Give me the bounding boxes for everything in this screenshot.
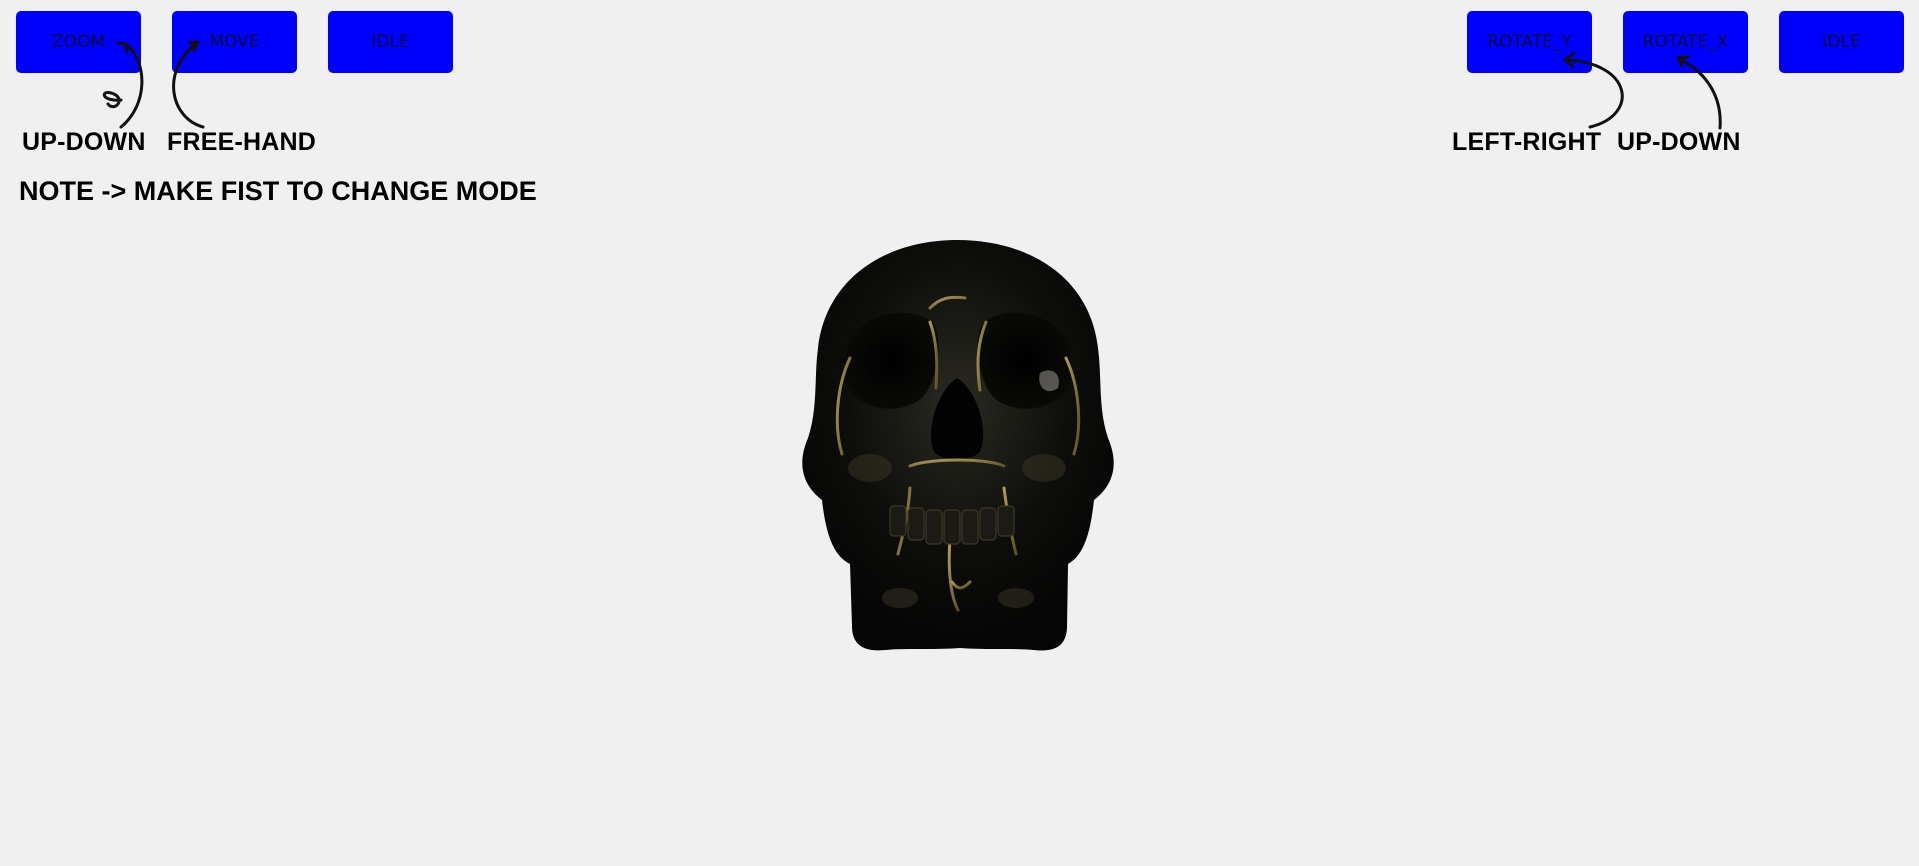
skull-3d-model[interactable] (790, 238, 1125, 654)
zoom-arrow-icon (102, 42, 144, 129)
move-hint: FREE-HAND (167, 128, 317, 156)
zoom-hint: UP-DOWN (22, 128, 146, 156)
rotate-y-arrow-icon (1563, 58, 1624, 129)
mode-change-note: NOTE -> MAKE FIST TO CHANGE MODE (19, 176, 537, 206)
rotate-x-arrow-icon (1676, 56, 1722, 130)
rotate-x-hint: UP-DOWN (1617, 128, 1741, 156)
rotate-y-hint: LEFT-RIGHT (1452, 128, 1602, 156)
skull-icon (802, 240, 1114, 651)
move-arrow-icon (172, 40, 205, 129)
gesture-viewer: ZOOM MOVE IDLE ROTATE_Y ROTATE_X IDLE UP… (0, 0, 1919, 866)
